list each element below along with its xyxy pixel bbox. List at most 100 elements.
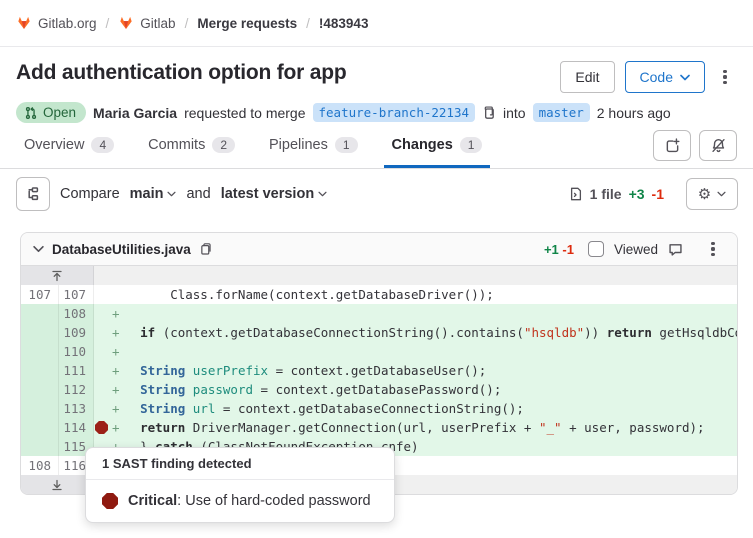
code-token: String bbox=[140, 382, 185, 397]
collapse-file-chevron-icon[interactable] bbox=[33, 245, 44, 253]
old-line-number[interactable]: 107 bbox=[21, 285, 59, 304]
title-row: Add authentication option for app Edit C… bbox=[0, 47, 753, 93]
code-token: )) bbox=[584, 325, 607, 340]
code-token: String bbox=[140, 401, 185, 416]
breadcrumb: Gitlab.org / Gitlab / Merge requests / !… bbox=[0, 0, 753, 47]
code-token: if bbox=[140, 325, 155, 340]
expand-button[interactable] bbox=[21, 475, 94, 494]
diff-line-added: 114+ return DriverManager.getConnection(… bbox=[21, 418, 737, 437]
breadcrumb-label: !483943 bbox=[319, 16, 369, 31]
breadcrumb-item-mr-id[interactable]: !483943 bbox=[319, 16, 369, 31]
breadcrumb-item-group[interactable]: Gitlab.org bbox=[16, 15, 97, 31]
finding-message: : Use of hard-coded password bbox=[177, 493, 370, 509]
new-line-number[interactable]: 113 bbox=[59, 399, 94, 418]
file-options-button[interactable] bbox=[701, 239, 725, 259]
new-line-number[interactable]: 109 bbox=[59, 323, 94, 342]
deletions-count: -1 bbox=[652, 186, 664, 202]
new-line-number[interactable]: 107 bbox=[59, 285, 94, 304]
file-name[interactable]: DatabaseUtilities.java bbox=[52, 242, 191, 257]
tab-commits[interactable]: Commits 2 bbox=[140, 127, 243, 168]
tab-changes[interactable]: Changes 1 bbox=[384, 127, 491, 168]
mute-notifications-button[interactable] bbox=[699, 130, 737, 161]
old-line-number[interactable] bbox=[21, 380, 59, 399]
added-line-marker: + bbox=[112, 361, 120, 380]
copy-branch-icon[interactable] bbox=[482, 105, 496, 120]
status-action-text: requested to merge bbox=[184, 105, 305, 121]
edit-button[interactable]: Edit bbox=[560, 61, 614, 93]
comment-icon[interactable] bbox=[668, 242, 683, 257]
old-line-number[interactable] bbox=[21, 361, 59, 380]
file-header-actions: +1 -1 Viewed bbox=[544, 239, 725, 259]
mr-status-row: Open Maria Garcia requested to merge fea… bbox=[0, 93, 753, 123]
tab-label: Pipelines bbox=[269, 137, 328, 153]
breadcrumb-item-project[interactable]: Gitlab bbox=[118, 15, 175, 31]
code-token: getHsqldbConnection(context); bbox=[652, 325, 737, 340]
tab-count-badge: 2 bbox=[212, 137, 235, 153]
into-text: into bbox=[503, 105, 526, 121]
old-line-number[interactable] bbox=[21, 437, 59, 456]
diff-line-added: 110+ bbox=[21, 342, 737, 361]
more-actions-button[interactable] bbox=[713, 61, 737, 93]
old-line-number[interactable] bbox=[21, 323, 59, 342]
new-line-number[interactable]: 114 bbox=[59, 418, 94, 437]
breadcrumb-separator: / bbox=[106, 16, 110, 31]
code-token: = context.getDatabaseConnectionString(); bbox=[215, 401, 524, 416]
source-branch-chip[interactable]: feature-branch-22134 bbox=[313, 103, 476, 122]
new-line-number[interactable]: 112 bbox=[59, 380, 94, 399]
code-line: + if (context.getDatabaseConnectionStrin… bbox=[94, 323, 737, 342]
diff-line-added: 111+ String userPrefix = context.getData… bbox=[21, 361, 737, 380]
tab-count-badge: 1 bbox=[335, 137, 358, 153]
code-line: + bbox=[94, 304, 737, 323]
new-line-number[interactable]: 111 bbox=[59, 361, 94, 380]
expand-down-icon bbox=[51, 479, 63, 491]
new-line-number[interactable]: 110 bbox=[59, 342, 94, 361]
sast-critical-icon[interactable] bbox=[95, 421, 108, 434]
sast-finding-row[interactable]: Critical: Use of hard-coded password bbox=[86, 480, 394, 522]
code-dropdown-button[interactable]: Code bbox=[625, 61, 705, 93]
old-line-number[interactable] bbox=[21, 304, 59, 323]
chevron-down-icon bbox=[680, 74, 690, 81]
code-line: + String password = context.getDatabaseP… bbox=[94, 380, 737, 399]
chevron-down-icon bbox=[167, 191, 176, 197]
bell-slash-icon bbox=[711, 138, 726, 153]
old-line-number[interactable] bbox=[21, 418, 59, 437]
version-dropdown[interactable]: latest version bbox=[221, 186, 328, 202]
old-line-number[interactable] bbox=[21, 342, 59, 361]
code-line: + String userPrefix = context.getDatabas… bbox=[94, 361, 737, 380]
file-browser-toggle-button[interactable] bbox=[16, 177, 50, 211]
chevron-down-icon bbox=[717, 191, 726, 197]
breadcrumb-separator: / bbox=[306, 16, 310, 31]
tabs-actions bbox=[653, 130, 737, 168]
new-line-number[interactable]: 108 bbox=[59, 304, 94, 323]
copy-file-path-icon[interactable] bbox=[199, 242, 212, 256]
breadcrumb-separator: / bbox=[185, 16, 189, 31]
add-to-review-button[interactable] bbox=[653, 130, 691, 161]
status-badge-label: Open bbox=[43, 105, 76, 120]
old-line-number[interactable] bbox=[21, 399, 59, 418]
code-token: "hsqldb" bbox=[524, 325, 584, 340]
version-label: latest version bbox=[221, 186, 315, 202]
added-line-marker: + bbox=[112, 399, 120, 418]
tab-label: Overview bbox=[24, 137, 84, 153]
code-token: url bbox=[193, 401, 216, 416]
file-additions: +1 bbox=[544, 242, 559, 257]
additions-count: +3 bbox=[629, 186, 645, 202]
viewed-checkbox[interactable] bbox=[588, 241, 604, 257]
breadcrumb-item-merge-requests[interactable]: Merge requests bbox=[197, 16, 297, 31]
gitlab-tanuki-icon bbox=[16, 15, 32, 31]
expand-lines-up-row[interactable] bbox=[21, 266, 737, 285]
diff-line-added: 113 + String url = context.getDatabaseCon… bbox=[21, 399, 737, 418]
expand-up-icon bbox=[51, 270, 63, 282]
tab-count-badge: 4 bbox=[91, 137, 114, 153]
diff-settings-button[interactable]: ⚙ bbox=[686, 178, 738, 210]
expand-button[interactable] bbox=[21, 266, 94, 285]
diff-line-added: 109+ if (context.getDatabaseConnectionSt… bbox=[21, 323, 737, 342]
target-branch-chip[interactable]: master bbox=[533, 103, 590, 122]
author-name[interactable]: Maria Garcia bbox=[93, 105, 177, 121]
tab-pipelines[interactable]: Pipelines 1 bbox=[261, 127, 366, 168]
added-line-marker: + bbox=[112, 323, 120, 342]
base-ref-dropdown[interactable]: main bbox=[130, 186, 177, 202]
vertical-ellipsis-icon bbox=[723, 70, 726, 85]
tab-overview[interactable]: Overview 4 bbox=[16, 127, 122, 168]
old-line-number[interactable]: 108 bbox=[21, 456, 59, 475]
